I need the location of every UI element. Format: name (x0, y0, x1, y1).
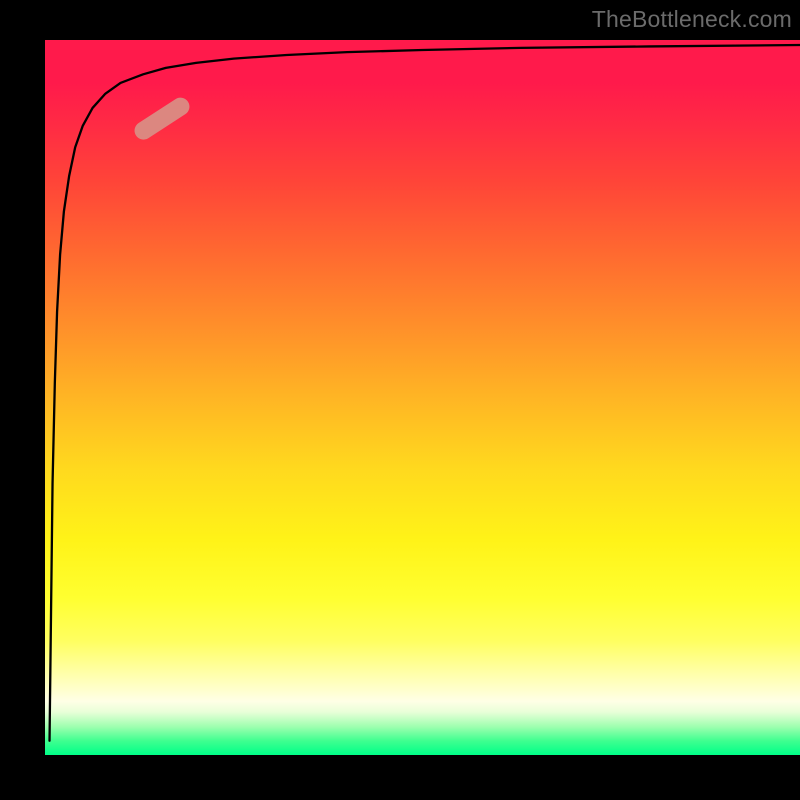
curve-marker (131, 94, 193, 143)
chart-frame: TheBottleneck.com (0, 0, 800, 800)
plot-area (45, 40, 800, 755)
curve-layer (45, 40, 800, 755)
watermark-text: TheBottleneck.com (592, 6, 792, 33)
bottleneck-curve (50, 45, 800, 741)
